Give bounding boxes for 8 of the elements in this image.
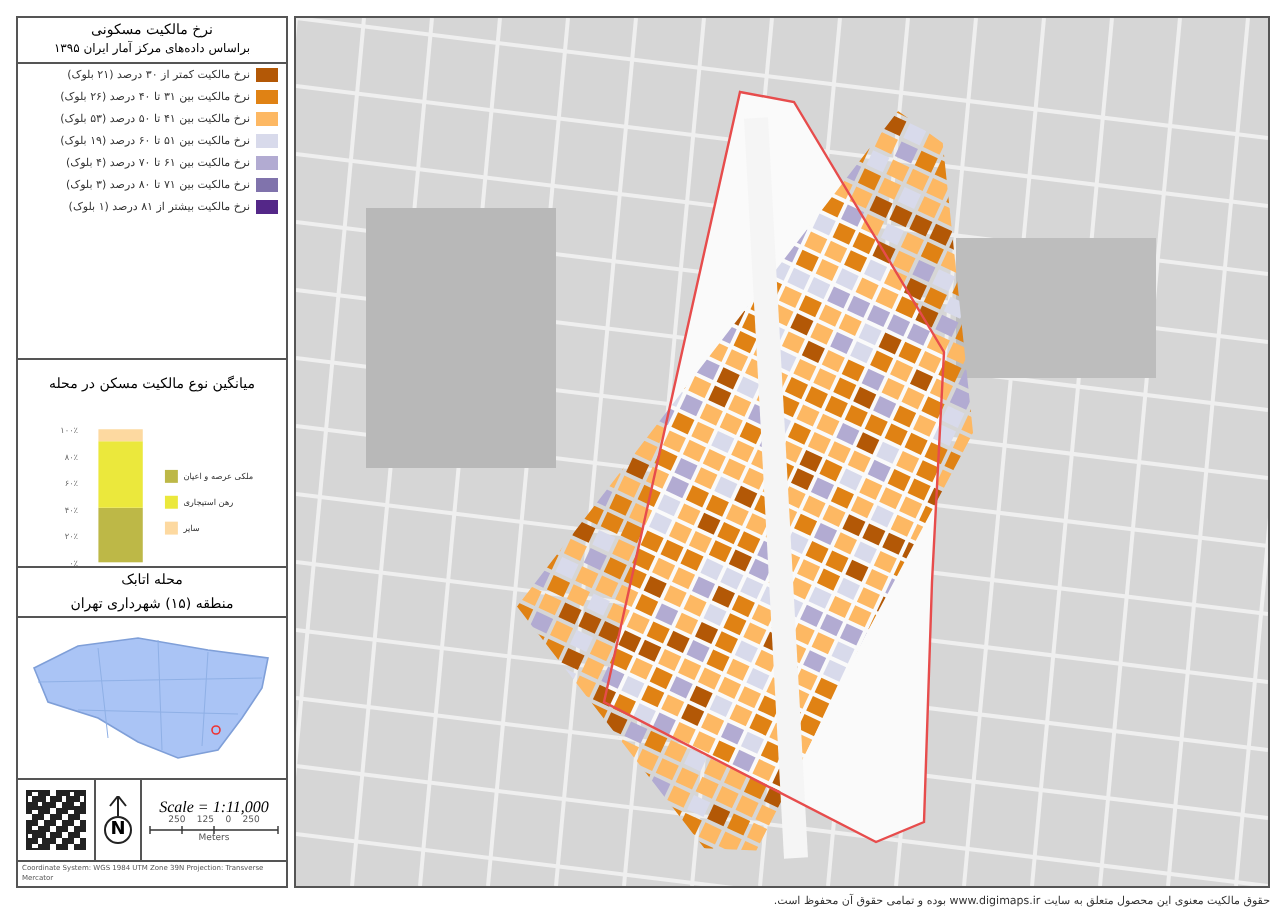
legend-swatch: [164, 469, 178, 483]
scale-bar-icon: [148, 825, 280, 833]
legend-swatch: [164, 495, 178, 509]
north-label: N: [104, 816, 132, 844]
north-arrow-icon: [108, 796, 128, 816]
legend-swatch: [164, 521, 178, 535]
scale-text: Scale = 1:11,000: [159, 797, 269, 815]
qr-code-drawing: [26, 790, 86, 850]
